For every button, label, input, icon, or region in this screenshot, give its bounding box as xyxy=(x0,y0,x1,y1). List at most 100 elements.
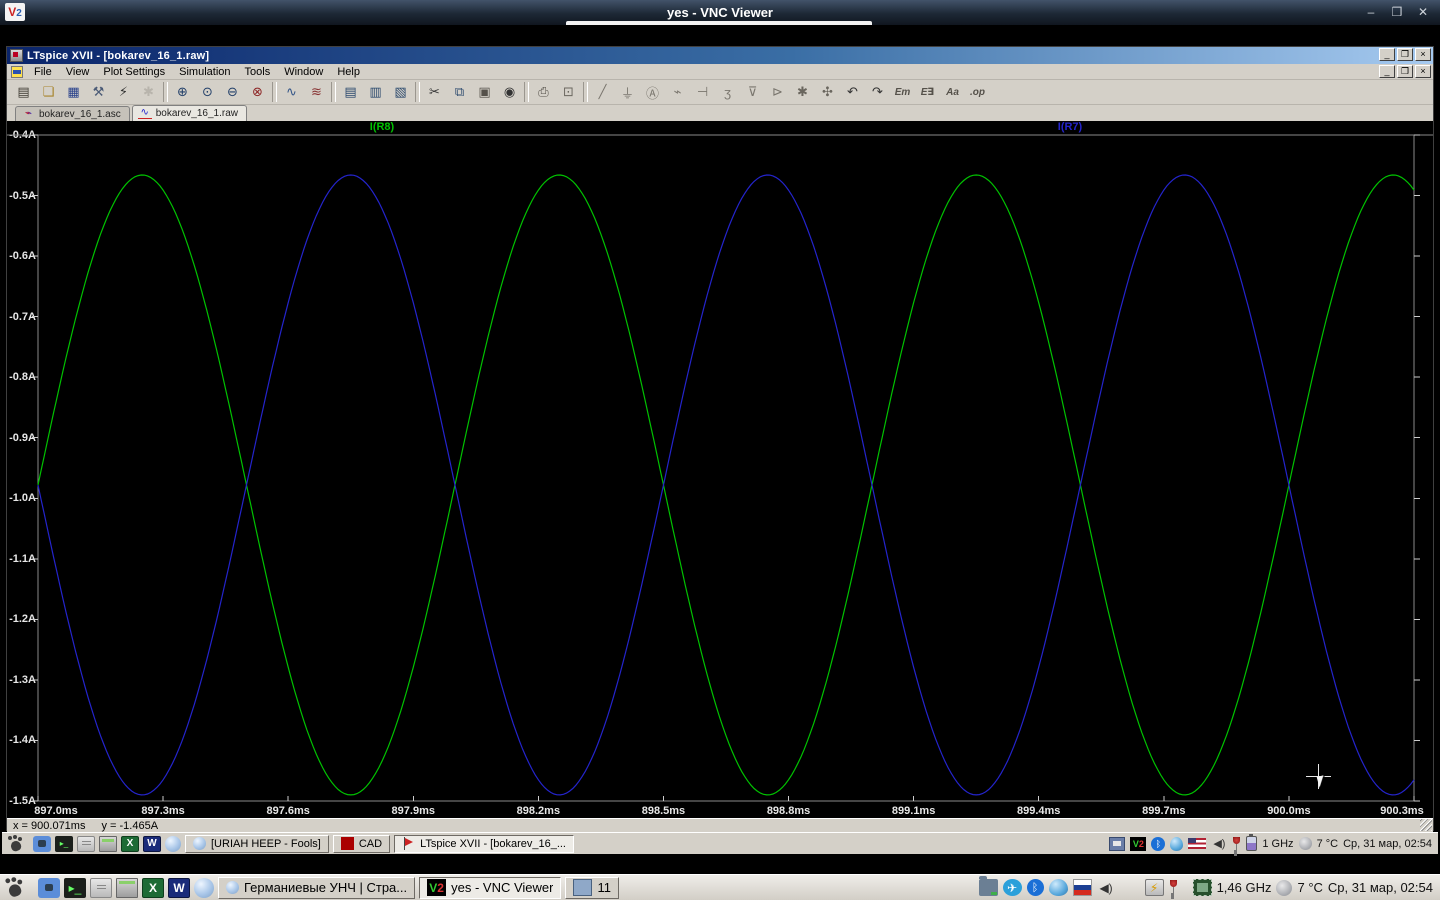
menu-window[interactable]: Window xyxy=(277,65,330,79)
task-browser-page[interactable]: Германиевые УНЧ | Стра... xyxy=(218,876,416,899)
mark-data-points-button[interactable]: ≋ xyxy=(305,81,328,103)
copy-button[interactable]: ⧉ xyxy=(448,81,471,103)
speaker-tray-icon[interactable]: ◀) xyxy=(1211,837,1227,851)
task-cad[interactable]: CAD xyxy=(332,834,391,853)
task-ltspice[interactable]: LTspice XVII - [bokarev_16_... xyxy=(394,834,574,853)
file-drawer-icon[interactable] xyxy=(90,877,112,898)
component-button[interactable]: ⊳ xyxy=(766,81,789,103)
menu-tools[interactable]: Tools xyxy=(238,65,278,79)
save-button[interactable]: ▦ xyxy=(62,81,85,103)
halt-button[interactable]: ✱ xyxy=(137,81,160,103)
cpu-chip-tray-icon[interactable] xyxy=(1192,879,1212,896)
excel-icon[interactable]: X xyxy=(142,877,164,898)
us-flag-keyboard-icon[interactable] xyxy=(1188,838,1207,849)
excel-icon[interactable]: X xyxy=(121,835,139,852)
rotate-button[interactable]: E∃ xyxy=(916,81,939,103)
ltspice-titlebar[interactable]: LTspice XVII - [bokarev_16_1.raw] _ ❐ × xyxy=(7,47,1433,64)
cascade-windows-button[interactable]: ▤ xyxy=(339,81,362,103)
text-button[interactable]: Aa xyxy=(941,81,964,103)
menu-file[interactable]: File xyxy=(27,65,59,79)
vnc-close-button[interactable]: ✕ xyxy=(1414,3,1432,21)
browser-sphere-icon[interactable] xyxy=(165,835,181,852)
floppy-tray-icon[interactable] xyxy=(1109,836,1126,851)
open-button[interactable]: ❏ xyxy=(37,81,60,103)
telegram-tray-icon[interactable]: ✈ xyxy=(1002,879,1022,896)
move-button[interactable]: ✱ xyxy=(791,81,814,103)
find-button[interactable]: ◉ xyxy=(498,81,521,103)
task-vnc-viewer[interactable]: V 2 yes - VNC Viewer xyxy=(419,876,562,899)
screenshot-tool-icon[interactable] xyxy=(38,877,60,898)
mirror-button[interactable]: Em xyxy=(891,81,914,103)
signal-bars-tray-icon[interactable] xyxy=(1121,879,1140,896)
vnc-minimize-button[interactable]: – xyxy=(1362,3,1380,21)
bluetooth-tray-icon[interactable]: ᛒ xyxy=(1151,836,1166,851)
screenshot-tool-icon[interactable] xyxy=(33,835,51,852)
doc-minimize-button[interactable]: _ xyxy=(1379,65,1395,78)
resistor-button[interactable]: ⌁ xyxy=(666,81,689,103)
ground-button[interactable]: ⏚ xyxy=(616,81,639,103)
menu-help[interactable]: Help xyxy=(330,65,367,79)
lt-close-button[interactable]: × xyxy=(1415,48,1431,61)
wine-tray-icon[interactable] xyxy=(1169,879,1188,896)
speaker-tray-icon[interactable]: ◀) xyxy=(1097,879,1116,896)
word-icon[interactable]: W xyxy=(168,877,190,898)
battery-tray-icon[interactable] xyxy=(1246,834,1258,851)
calculator-icon[interactable] xyxy=(99,835,117,852)
menu-view[interactable]: View xyxy=(59,65,97,79)
menu-plot-settings[interactable]: Plot Settings xyxy=(96,65,172,79)
battery-charging-tray-icon[interactable]: ⚡ xyxy=(1144,879,1164,896)
print-button[interactable]: ⎙ xyxy=(532,81,555,103)
tab-bokarev-raw[interactable]: ∿ bokarev_16_1.raw xyxy=(131,105,248,121)
task-window-group[interactable]: 11 xyxy=(565,876,619,899)
browser-sphere-icon[interactable] xyxy=(194,877,214,898)
start-menu-icon[interactable] xyxy=(4,877,26,897)
spice-directive-button[interactable]: .op xyxy=(966,81,989,103)
file-drawer-icon[interactable] xyxy=(77,835,95,852)
tile-horizontally-button[interactable]: ▥ xyxy=(364,81,387,103)
document-icon[interactable] xyxy=(11,65,23,78)
terminal-icon[interactable]: ▸_ xyxy=(55,835,73,852)
capacitor-button[interactable]: ⊣ xyxy=(691,81,714,103)
clock-text[interactable]: Ср, 31 мар, 02:54 xyxy=(1328,880,1433,895)
doc-close-button[interactable]: × xyxy=(1415,65,1431,78)
calculator-icon[interactable] xyxy=(116,877,138,898)
run-button[interactable]: ⚡ xyxy=(112,81,135,103)
tile-vertically-button[interactable]: ▧ xyxy=(389,81,412,103)
file-manager-tray-icon[interactable] xyxy=(978,876,998,896)
waveform-plot-pane[interactable]: I(R8) I(R7) 897.0ms 897.3ms 897.6ms 897.9ms 8… xyxy=(7,121,1433,818)
print-preview-button[interactable]: ⊡ xyxy=(557,81,580,103)
lt-minimize-button[interactable]: _ xyxy=(1379,48,1395,61)
vnc-titlebar[interactable]: V2 yes - VNC Viewer – ❒ ✕ xyxy=(0,0,1440,25)
undo-button[interactable]: ↶ xyxy=(841,81,864,103)
zoom-full-extents-button[interactable]: ⊗ xyxy=(246,81,269,103)
net-label-button[interactable]: Ⓐ xyxy=(641,81,664,103)
new-schematic-button[interactable]: ▤ xyxy=(12,81,35,103)
wine-tray-icon[interactable] xyxy=(1232,836,1241,851)
clock-text[interactable]: Ср, 31 мар, 02:54 xyxy=(1343,838,1432,850)
task-audio-player[interactable]: [URIAH HEEP - Fools] xyxy=(185,834,329,853)
start-menu-icon[interactable] xyxy=(7,835,25,852)
paste-button[interactable]: ▣ xyxy=(473,81,496,103)
cut-button[interactable]: ✂ xyxy=(423,81,446,103)
word-icon[interactable]: W xyxy=(143,835,161,852)
control-panel-button[interactable]: ⚒ xyxy=(87,81,110,103)
vnc-tray-icon[interactable]: V2 xyxy=(1130,836,1147,851)
redo-button[interactable]: ↷ xyxy=(866,81,889,103)
draw-wire-button[interactable]: ╱ xyxy=(591,81,614,103)
tab-bokarev-asc[interactable]: ⌁ bokarev_16_1.asc xyxy=(15,106,130,121)
vnc-maximize-button[interactable]: ❒ xyxy=(1388,3,1406,21)
bluetooth-tray-icon[interactable]: ᛒ xyxy=(1026,879,1044,896)
terminal-icon[interactable]: ▸_ xyxy=(64,877,86,898)
zoom-in-button[interactable]: ⊕ xyxy=(171,81,194,103)
resize-grip[interactable] xyxy=(1420,819,1432,831)
menu-simulation[interactable]: Simulation xyxy=(172,65,237,79)
water-drop-tray-icon[interactable] xyxy=(1048,879,1068,896)
diode-button[interactable]: ⊽ xyxy=(741,81,764,103)
lt-restore-button[interactable]: ❐ xyxy=(1397,48,1413,61)
autorange-y-axis-button[interactable]: ∿ xyxy=(280,81,303,103)
inductor-button[interactable]: ʒ xyxy=(716,81,739,103)
doc-restore-button[interactable]: ❐ xyxy=(1397,65,1413,78)
zoom-out-button[interactable]: ⊖ xyxy=(221,81,244,103)
ru-flag-keyboard-icon[interactable] xyxy=(1072,879,1092,896)
zoom-area-button[interactable]: ⊙ xyxy=(196,81,219,103)
